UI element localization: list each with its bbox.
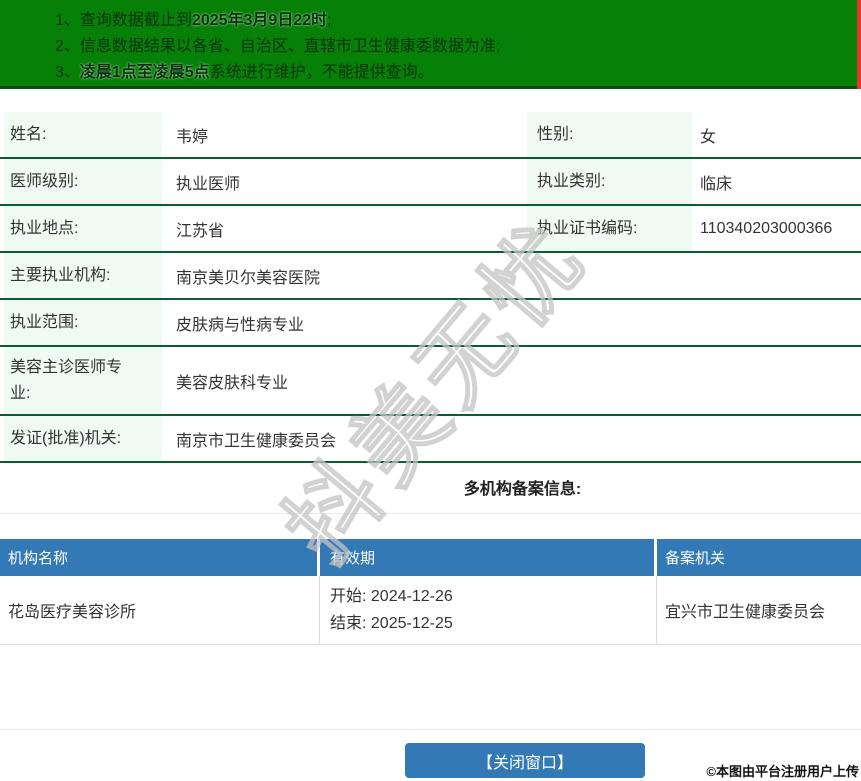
table-row-scope: 执业范围: 皮肤病与性病专业: [0, 300, 861, 347]
practice-place-value: 江苏省: [176, 222, 225, 240]
name-value: 韦婷: [176, 128, 209, 146]
validity-header: 有效期: [320, 539, 657, 576]
notice-bold-text: 凌晨1点至凌晨5点: [79, 64, 210, 81]
license-number-label: 执业证书编码:: [527, 206, 692, 251]
validity-end: 结束: 2025-12-25: [330, 615, 453, 632]
main-org-value: 南京美贝尔美容医院: [176, 269, 321, 287]
table-row-cosmetic-specialty: 美容主诊医师专业: 美容皮肤科专业: [0, 347, 861, 416]
org-name-value: 花岛医疗美容诊所: [0, 576, 320, 644]
table-row-place-license: 执业地点: 江苏省 执业证书编码: 110340203000366: [0, 206, 861, 253]
doctor-level-label: 医师级别:: [4, 159, 162, 204]
table-row-issuing-authority: 发证(批准)机关: 南京市卫生健康委员会: [0, 416, 861, 463]
org-name-header: 机构名称: [0, 539, 320, 576]
validity-start: 开始: 2024-12-26: [330, 588, 453, 605]
filing-authority-value: 宜兴市卫生健康委员会: [665, 604, 826, 621]
notice-line-3: 3、凌晨1点至凌晨5点系统进行维护，不能提供查询。: [55, 64, 434, 81]
name-label: 姓名:: [4, 112, 162, 157]
main-org-label: 主要执业机构:: [4, 253, 162, 298]
issuing-authority-value: 南京市卫生健康委员会: [176, 432, 337, 450]
filing-table: 机构名称 有效期 备案机关 花岛医疗美容诊所 开始: 2024-12-26 结束…: [0, 539, 861, 645]
notice-line-2: 2、信息数据结果以各省、自治区、直辖市卫生健康委数据为准;: [55, 38, 501, 55]
notice-line-number: 1、: [55, 12, 80, 29]
multi-org-filing-heading: 多机构备案信息:: [0, 460, 861, 514]
table-row-main-org: 主要执业机构: 南京美贝尔美容医院: [0, 253, 861, 300]
cosmetic-specialty-value: 美容皮肤科专业: [176, 374, 289, 392]
license-number-value: 110340203000366: [700, 219, 833, 237]
practice-scope-value: 皮肤病与性病专业: [176, 316, 305, 334]
notice-line-number: 2、: [55, 38, 80, 55]
filing-table-row: 花岛医疗美容诊所 开始: 2024-12-26 结束: 2025-12-25 宜…: [0, 576, 861, 645]
table-row-name-gender: 姓名: 韦婷 性别: 女: [0, 112, 861, 159]
practice-place-label: 执业地点:: [4, 206, 162, 251]
practice-scope-label: 执业范围:: [4, 300, 162, 345]
filing-table-header: 机构名称 有效期 备案机关: [0, 539, 861, 576]
gender-label: 性别:: [527, 112, 692, 157]
notice-line-number: 3、: [55, 64, 80, 81]
practice-category-label: 执业类别:: [527, 159, 692, 204]
close-window-button[interactable]: 【关闭窗口】: [405, 743, 645, 778]
issuing-authority-label: 发证(批准)机关:: [4, 416, 162, 461]
cosmetic-specialty-label: 美容主诊医师专业:: [4, 347, 162, 414]
notice-bold-text: 2025年3月9日22时: [191, 12, 328, 29]
query-result-page: 1、查询数据截止到2025年3月9日22时; 2、信息数据结果以各省、自治区、直…: [0, 0, 861, 781]
upload-stamp-text: ©本图由平台注册用户上传: [706, 764, 859, 779]
notice-banner: 1、查询数据截止到2025年3月9日22时; 2、信息数据结果以各省、自治区、直…: [0, 0, 861, 89]
notice-line-1: 1、查询数据截止到2025年3月9日22时;: [55, 12, 332, 29]
doctor-level-value: 执业医师: [176, 175, 241, 193]
section-heading-text: 多机构备案信息:: [463, 480, 582, 498]
practice-category-value: 临床: [700, 175, 733, 193]
validity-value: 开始: 2024-12-26 结束: 2025-12-25: [320, 576, 657, 644]
red-edge-strip: [857, 0, 861, 89]
doctor-info-table: 姓名: 韦婷 性别: 女 医师级别: 执业医师 执业类别: 临床 执业地点: 江…: [0, 112, 861, 463]
filing-authority-header: 备案机关: [657, 539, 861, 576]
table-row-level-category: 医师级别: 执业医师 执业类别: 临床: [0, 159, 861, 206]
bottom-divider: [0, 729, 861, 730]
gender-value: 女: [700, 128, 717, 146]
